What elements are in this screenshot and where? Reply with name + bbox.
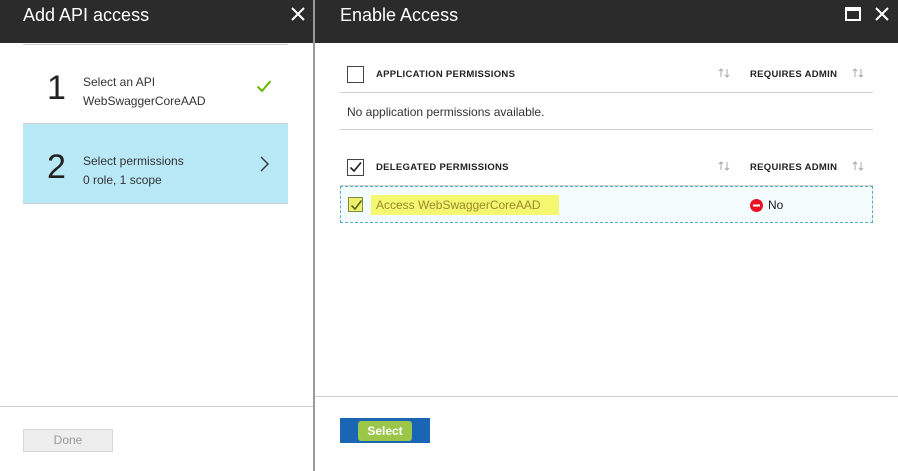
column-header-permissions[interactable]: DELEGATED PERMISSIONS xyxy=(376,162,509,173)
step-title: Select permissions xyxy=(83,154,184,168)
table-header-row: DELEGATED PERMISSIONS REQUIRES ADMIN xyxy=(340,148,873,186)
left-blade-title: Add API access xyxy=(23,5,150,25)
step-select-permissions[interactable]: 2 Select permissions 0 role, 1 scope xyxy=(23,124,288,204)
step-subtitle: WebSwaggerCoreAAD xyxy=(83,94,206,108)
sort-icon[interactable] xyxy=(852,66,864,78)
step-number: 1 xyxy=(47,69,66,107)
select-button-label: Select xyxy=(367,424,403,438)
sort-icon[interactable] xyxy=(852,159,864,171)
step-subtitle: 0 role, 1 scope xyxy=(83,173,162,187)
empty-row: No application permissions available. xyxy=(340,93,873,130)
application-permissions-checkbox[interactable] xyxy=(347,66,364,83)
table-row[interactable]: Access WebSwaggerCoreAAD No xyxy=(340,186,873,223)
delegated-permissions-checkbox[interactable] xyxy=(347,159,364,176)
check-icon xyxy=(256,79,272,93)
close-icon[interactable] xyxy=(873,5,891,23)
left-footer-divider xyxy=(0,406,313,407)
select-button[interactable]: Select xyxy=(340,418,430,443)
column-header-requires-admin[interactable]: REQUIRES ADMIN xyxy=(750,69,837,80)
chevron-right-icon xyxy=(259,156,269,172)
permission-checkbox[interactable] xyxy=(348,197,363,212)
permission-name: Access WebSwaggerCoreAAD xyxy=(376,198,541,212)
sort-icon[interactable] xyxy=(718,159,730,171)
done-button[interactable]: Done xyxy=(23,429,113,452)
right-blade-title: Enable Access xyxy=(340,5,459,25)
add-api-access-blade: Add API access 1 Select an API WebSwagge… xyxy=(0,0,313,471)
column-header-permissions[interactable]: APPLICATION PERMISSIONS xyxy=(376,69,515,80)
step-title: Select an API xyxy=(83,75,156,89)
application-permissions-table: APPLICATION PERMISSIONS REQUIRES ADMIN N… xyxy=(340,55,873,130)
empty-message: No application permissions available. xyxy=(347,105,545,119)
left-blade-header: Add API access xyxy=(0,0,313,43)
right-footer-divider xyxy=(315,396,898,397)
close-icon[interactable] xyxy=(289,5,307,23)
table-header-row: APPLICATION PERMISSIONS REQUIRES ADMIN xyxy=(340,55,873,93)
requires-admin-value: No xyxy=(768,198,784,212)
no-entry-icon xyxy=(750,199,763,212)
step-select-api[interactable]: 1 Select an API WebSwaggerCoreAAD xyxy=(23,44,288,124)
column-header-requires-admin[interactable]: REQUIRES ADMIN xyxy=(750,162,837,173)
enable-access-blade: Enable Access APPLICATION PERMISSIONS RE… xyxy=(315,0,898,471)
step-number: 2 xyxy=(47,148,66,186)
delegated-permissions-table: DELEGATED PERMISSIONS REQUIRES ADMIN xyxy=(340,148,873,186)
right-blade-header: Enable Access xyxy=(315,0,898,43)
sort-icon[interactable] xyxy=(718,66,730,78)
maximize-icon[interactable] xyxy=(845,7,861,21)
